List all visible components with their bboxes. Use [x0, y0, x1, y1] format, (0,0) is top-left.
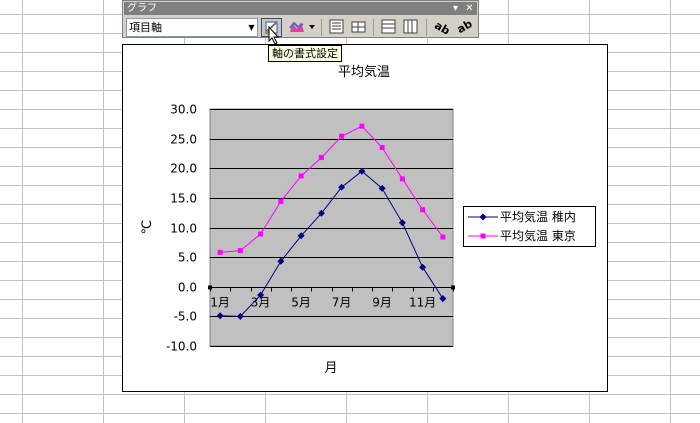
data-point [217, 249, 223, 255]
y-tick-label: 10.0 [170, 222, 197, 236]
y-tick-label: -5.0 [174, 310, 197, 324]
angle-text-up-icon: ab [455, 17, 475, 36]
y-tick-label: 15.0 [170, 192, 197, 206]
legend-marker-tokyo [468, 233, 498, 239]
data-point [379, 145, 385, 151]
chart-type-icon [289, 21, 315, 32]
chart-toolbar: グラフ ▾ ✕ 項目軸 ▼ ab ab [122, 0, 479, 38]
chart-type-button[interactable] [288, 18, 316, 37]
data-point [339, 133, 345, 139]
data-table-button[interactable] [349, 18, 370, 37]
data-point [298, 173, 304, 179]
data-table-icon [351, 21, 366, 33]
legend-button[interactable] [327, 18, 348, 37]
y-tick-label: 0.0 [178, 281, 197, 295]
x-tick-label: 1月 [210, 296, 230, 310]
y-tick-label: -10.0 [166, 340, 197, 354]
svg-text:ab: ab [432, 19, 451, 35]
chart-objects-dropdown[interactable]: 項目軸 ▼ [126, 18, 258, 37]
x-tick-label: 9月 [372, 296, 392, 310]
x-tick-label: 11月 [409, 296, 436, 310]
chart-objects-value: 項目軸 [129, 21, 162, 34]
data-point [420, 207, 426, 213]
toolbar-options-icon[interactable]: ▾ [449, 2, 462, 15]
data-point [399, 176, 405, 182]
chart-legend[interactable]: 平均気温 稚内 平均気温 東京 [463, 206, 596, 247]
x-tick-label: 7月 [332, 296, 352, 310]
y-tick-label: 25.0 [170, 133, 197, 147]
y-tick-label: 30.0 [170, 103, 197, 117]
y-tick-label: 20.0 [170, 162, 197, 176]
legend-label-tokyo: 平均気温 東京 [500, 229, 576, 243]
mouse-cursor-icon [268, 26, 280, 45]
tooltip: 軸の書式設定 [268, 45, 342, 62]
x-axis-title: 月 [324, 361, 337, 376]
close-icon[interactable]: ✕ [463, 2, 476, 15]
y-axis-title: ℃ [140, 220, 155, 235]
angle-text-down-icon: ab [432, 19, 452, 38]
legend-marker-wakkanai [468, 213, 498, 221]
chevron-down-icon[interactable]: ▼ [246, 19, 257, 36]
legend-label-wakkanai: 平均気温 稚内 [500, 210, 576, 224]
toolbar-title-bar[interactable]: グラフ ▾ ✕ [124, 2, 477, 15]
data-point [440, 234, 446, 240]
x-tick-label: 5月 [291, 296, 311, 310]
y-tick-label: 5.0 [178, 251, 197, 265]
data-point [318, 155, 324, 161]
data-point [359, 123, 365, 129]
toolbar-title: グラフ [127, 3, 157, 14]
data-point [278, 198, 284, 204]
by-column-icon [403, 19, 418, 34]
chart-title: 平均気温 [338, 64, 390, 80]
legend-icon [329, 19, 344, 34]
svg-text:ab: ab [455, 18, 473, 35]
by-row-icon [381, 19, 396, 34]
angle-text-down-button[interactable]: ab [432, 18, 453, 38]
angle-text-up-button[interactable]: ab [454, 17, 475, 37]
by-row-button[interactable] [379, 18, 400, 37]
data-point [237, 248, 243, 254]
by-column-button[interactable] [401, 18, 422, 37]
data-point [258, 231, 264, 237]
